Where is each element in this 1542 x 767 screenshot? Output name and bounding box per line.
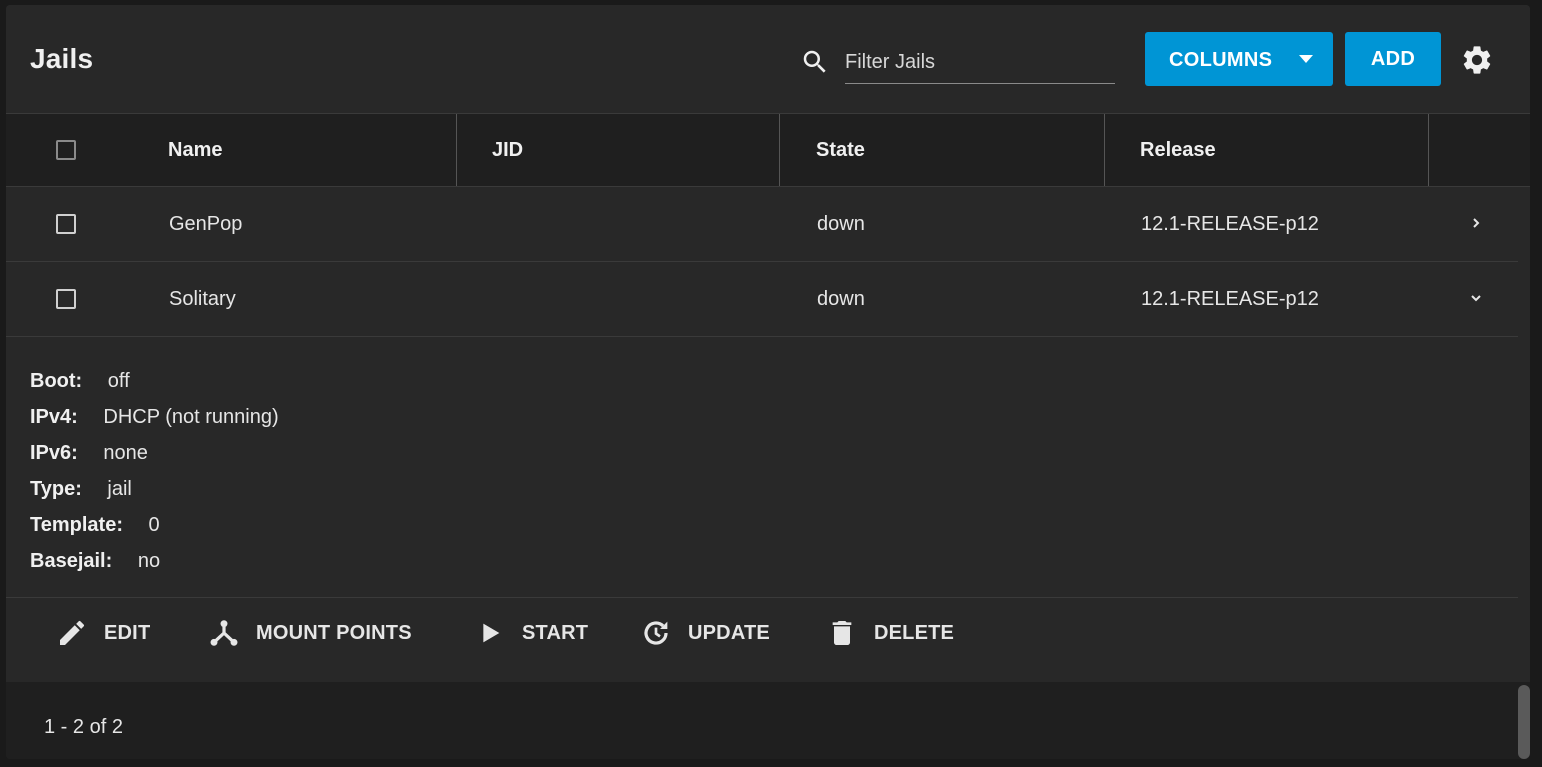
pagination-range: 1 - 2 of 2 — [44, 716, 123, 738]
detail-type: Type: jail — [30, 478, 132, 501]
search-field — [845, 45, 1115, 84]
column-header-name[interactable]: Name — [168, 114, 222, 186]
column-header-release[interactable]: Release — [1140, 114, 1216, 186]
jail-details-panel: Boot: off IPv4: DHCP (not running) IPv6:… — [6, 338, 1518, 598]
detail-value: none — [103, 442, 148, 464]
table-header: Name JID State Release — [6, 114, 1530, 187]
row-checkbox[interactable] — [56, 214, 76, 234]
column-divider[interactable] — [1104, 114, 1105, 186]
vertical-scrollbar[interactable] — [1518, 685, 1530, 759]
detail-key: IPv4: — [30, 406, 78, 428]
table-row[interactable]: Solitary down 12.1-RELEASE-p12 — [6, 262, 1518, 337]
caret-down-icon — [1299, 55, 1313, 63]
detail-boot: Boot: off — [30, 370, 130, 393]
gear-icon[interactable] — [1460, 43, 1494, 77]
search-icon — [803, 50, 826, 73]
edit-button[interactable]: EDIT — [56, 598, 150, 668]
mount-points-button[interactable]: MOUNT POINTS — [208, 598, 412, 668]
jails-card: Jails COLUMNS ADD Name JID State Release… — [6, 5, 1530, 759]
detail-ipv6: IPv6: none — [30, 442, 148, 465]
trash-icon — [832, 621, 852, 645]
detail-template: Template: 0 — [30, 514, 160, 537]
jail-name: Solitary — [169, 287, 236, 310]
play-icon — [483, 623, 500, 643]
detail-key: Template: — [30, 514, 123, 536]
start-label: START — [522, 621, 589, 644]
detail-key: IPv6: — [30, 442, 78, 464]
select-all-checkbox[interactable] — [56, 140, 76, 160]
add-button[interactable]: ADD — [1345, 32, 1441, 86]
row-checkbox[interactable] — [56, 289, 76, 309]
table-row[interactable]: GenPop down 12.1-RELEASE-p12 — [6, 187, 1518, 262]
jail-release: 12.1-RELEASE-p12 — [1141, 287, 1319, 310]
detail-value: jail — [107, 478, 132, 500]
detail-value: no — [137, 550, 161, 572]
jail-name: GenPop — [169, 212, 243, 235]
column-header-state[interactable]: State — [816, 114, 865, 186]
detail-value: off — [107, 370, 130, 392]
columns-button[interactable]: COLUMNS — [1145, 32, 1333, 86]
jail-state: down — [817, 212, 865, 235]
jail-actions: EDIT MOUNT POINTS START UPDATE DELETE — [6, 598, 1518, 682]
column-divider[interactable] — [1428, 114, 1429, 186]
update-icon — [644, 621, 668, 645]
columns-label: COLUMNS — [1169, 49, 1273, 71]
update-label: UPDATE — [688, 621, 770, 644]
detail-basejail: Basejail: no — [30, 550, 160, 573]
filter-jails-input[interactable] — [845, 45, 1115, 79]
pencil-icon — [60, 620, 85, 645]
column-divider[interactable] — [456, 114, 457, 186]
card-header: Jails COLUMNS ADD — [6, 5, 1530, 114]
edit-label: EDIT — [104, 621, 151, 644]
jail-state: down — [817, 287, 865, 310]
delete-button[interactable]: DELETE — [826, 598, 954, 668]
detail-ipv4: IPv4: DHCP (not running) — [30, 406, 279, 429]
start-button[interactable]: START — [474, 598, 588, 668]
mount-points-label: MOUNT POINTS — [256, 621, 412, 644]
jail-release: 12.1-RELEASE-p12 — [1141, 212, 1319, 235]
detail-value: 0 — [148, 514, 160, 536]
update-button[interactable]: UPDATE — [640, 598, 770, 668]
delete-label: DELETE — [874, 621, 955, 644]
table-footer: 1 - 2 of 2 — [6, 682, 1530, 759]
chevron-right-icon[interactable] — [1468, 215, 1484, 231]
column-divider[interactable] — [779, 114, 780, 186]
mount-points-icon — [210, 620, 238, 646]
column-header-jid[interactable]: JID — [492, 114, 523, 186]
detail-key: Boot: — [30, 370, 83, 392]
detail-key: Type: — [30, 478, 82, 500]
chevron-down-icon[interactable] — [1468, 290, 1484, 306]
detail-key: Basejail: — [30, 550, 113, 572]
page-title: Jails — [30, 43, 94, 74]
detail-value: DHCP (not running) — [103, 406, 279, 428]
